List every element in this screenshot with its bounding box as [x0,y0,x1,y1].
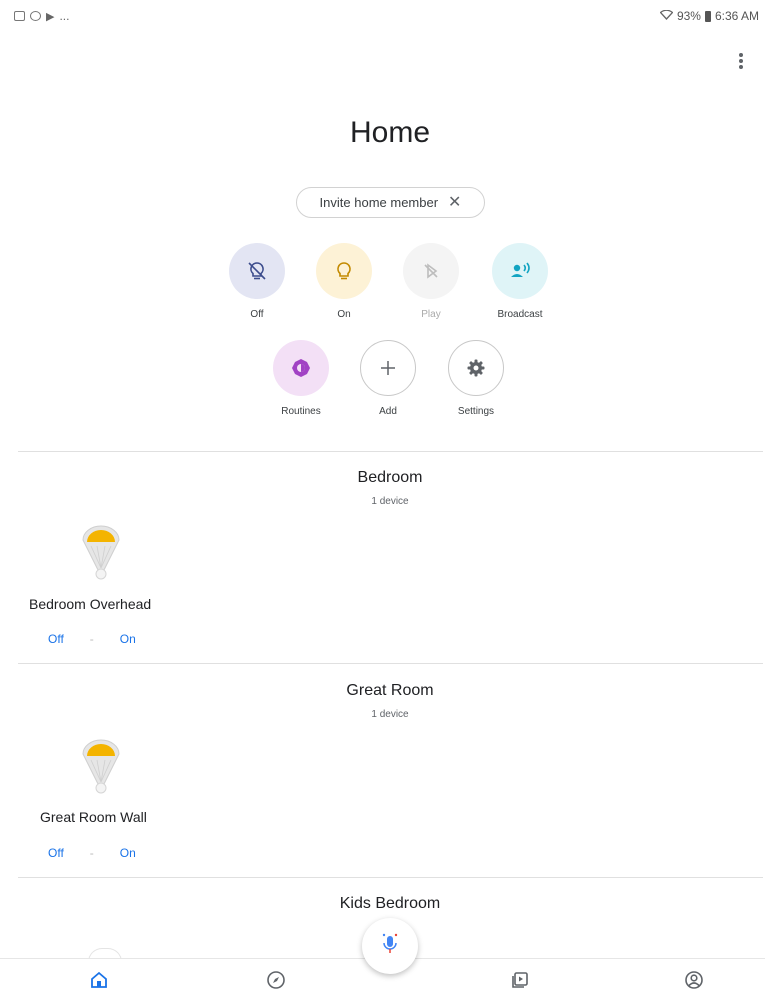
add-label: Add [379,406,397,417]
microphone-icon [379,931,401,962]
device-on-button[interactable]: On [120,632,136,646]
divider [18,451,763,452]
lights-on-label: On [337,309,351,320]
room-title-kids-bedroom: Kids Bedroom [339,895,441,912]
routines-icon [273,340,329,396]
room-device-count-great-room: 1 device [371,709,409,720]
device-controls: Off - On [48,846,136,860]
device-off-button[interactable]: Off [48,632,64,646]
status-notifications: ▶ ... [14,9,69,23]
wifi-icon [659,9,674,23]
home-icon [89,970,109,995]
battery-percent: 93% [676,9,701,23]
lights-on-button[interactable]: On [304,243,384,320]
nav-account-tab[interactable] [681,969,707,995]
device-off-button[interactable]: Off [48,846,64,860]
lightbulb-icon [316,243,372,299]
divider [18,877,763,878]
nav-media-tab[interactable] [507,969,533,995]
microphone-button[interactable] [362,918,418,974]
close-icon[interactable]: ✕ [448,194,461,211]
device-controls: Off - On [48,632,136,646]
more-notifications: ... [59,9,70,23]
nav-home-tab[interactable] [86,969,112,995]
account-icon [684,970,704,995]
device-on-button[interactable]: On [120,846,136,860]
room-title-great-room: Great Room [346,682,434,699]
compass-icon [266,970,286,995]
plus-icon [360,340,416,396]
lightbulb-off-icon [229,243,285,299]
invite-home-member-chip[interactable]: Invite home member ✕ [296,187,485,218]
play-label: Play [421,309,441,320]
separator: - [89,632,94,646]
status-bar: ▶ ... 93% 6:36 AM [0,0,765,34]
battery-icon [704,10,711,22]
play-button[interactable]: Play [391,243,471,320]
device-name[interactable]: Great Room Wall [40,809,147,825]
nav-discover-tab[interactable] [263,969,289,995]
cast-notification-icon [30,11,41,21]
overflow-menu-icon[interactable] [733,50,749,72]
gallery-notification-icon [14,11,25,21]
bulb-icon[interactable] [79,524,123,584]
room-title-bedroom: Bedroom [357,469,423,486]
room-device-count-bedroom: 1 device [371,496,409,507]
status-system: 93% 6:36 AM [659,9,759,23]
routines-button[interactable]: Routines [261,340,341,417]
broadcast-button[interactable]: Broadcast [480,243,560,320]
media-icon [510,970,530,995]
play-disabled-icon [403,243,459,299]
settings-label: Settings [457,406,495,417]
play-store-notification-icon: ▶ [46,10,55,23]
lights-off-button[interactable]: Off [217,243,297,320]
broadcast-icon [492,243,548,299]
bulb-icon[interactable] [79,738,123,798]
lights-off-label: Off [250,309,264,320]
device-name[interactable]: Bedroom Overhead [29,596,151,612]
add-button[interactable]: Add [348,340,428,417]
settings-button[interactable]: Settings [436,340,516,417]
invite-chip-label: Invite home member [319,195,439,210]
broadcast-label: Broadcast [497,309,543,320]
divider [18,663,763,664]
clock: 6:36 AM [714,9,759,23]
routines-label: Routines [281,406,321,417]
gear-icon [448,340,504,396]
separator: - [89,846,94,860]
page-title: Home [349,116,431,149]
